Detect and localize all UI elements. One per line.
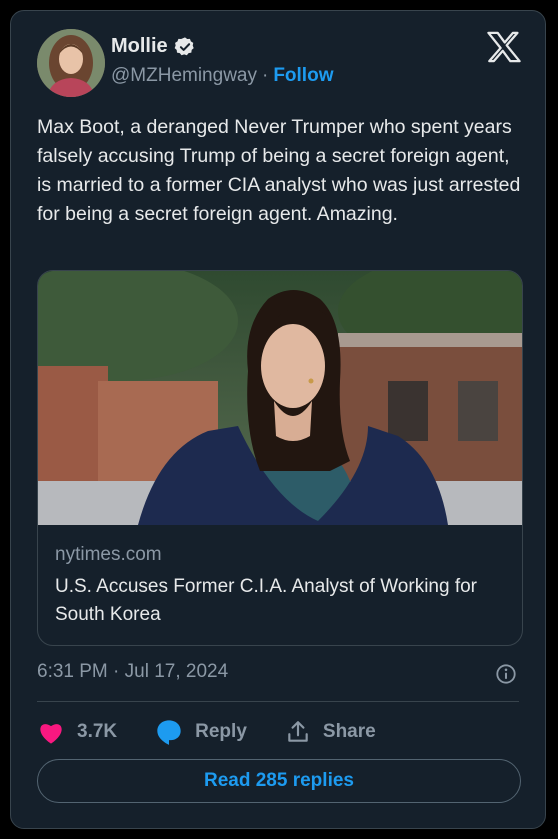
avatar[interactable] <box>37 29 105 97</box>
share-button[interactable]: Share <box>285 719 376 745</box>
info-icon[interactable] <box>495 663 517 685</box>
action-bar: 3.7K Reply Share <box>37 716 414 748</box>
divider <box>37 701 519 702</box>
read-replies-button[interactable]: Read 285 replies <box>37 759 521 803</box>
tweet-card: Mollie @MZHemingway · Follow Max Boot, a… <box>10 10 546 829</box>
author-name-row: Mollie <box>111 35 196 58</box>
share-label: Share <box>322 721 376 742</box>
separator-dot: · <box>261 65 269 86</box>
heart-icon <box>40 724 62 744</box>
reply-label: Reply <box>195 721 247 742</box>
like-button[interactable]: 3.7K <box>37 719 117 745</box>
x-logo-icon[interactable] <box>487 31 521 63</box>
handle-row: @MZHemingway · Follow <box>111 65 333 87</box>
display-name[interactable]: Mollie <box>111 35 168 58</box>
reply-button[interactable]: Reply <box>155 718 247 746</box>
tweet-text: Max Boot, a deranged Never Trumper who s… <box>37 116 521 225</box>
share-icon <box>288 721 308 742</box>
follow-button[interactable]: Follow <box>273 65 333 87</box>
verified-badge-icon <box>174 36 194 55</box>
reply-bubble-icon <box>157 720 181 745</box>
link-domain: nytimes.com <box>55 544 162 565</box>
article-image <box>38 271 522 525</box>
like-count: 3.7K <box>77 721 118 742</box>
link-preview-card[interactable]: nytimes.com U.S. Accuses Former C.I.A. A… <box>37 270 523 646</box>
tweet-timestamp[interactable]: 6:31 PM · Jul 17, 2024 <box>37 661 228 683</box>
handle[interactable]: @MZHemingway <box>111 65 257 87</box>
link-headline: U.S. Accuses Former C.I.A. Analyst of Wo… <box>55 576 478 625</box>
